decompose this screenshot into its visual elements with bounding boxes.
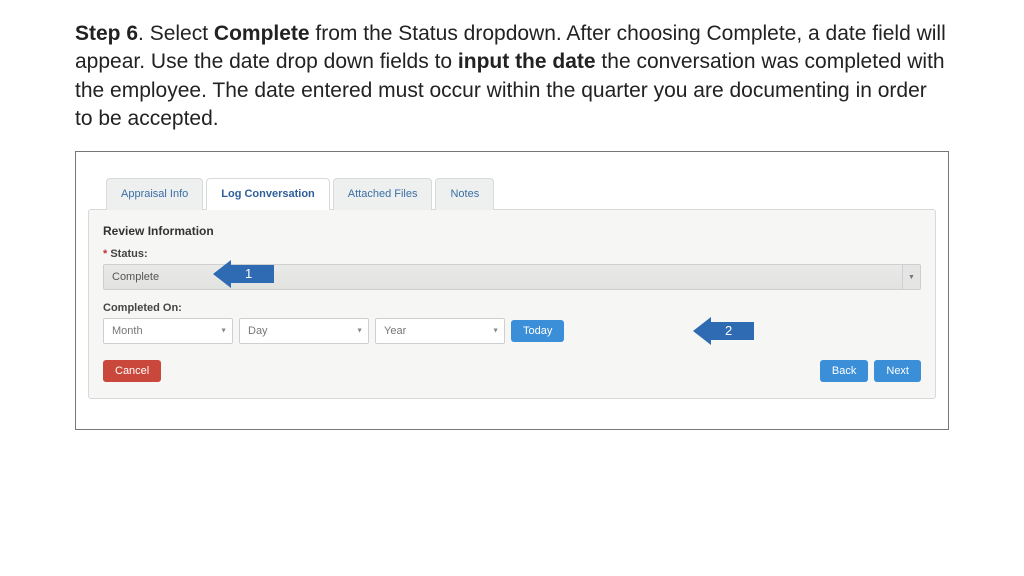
tab-notes[interactable]: Notes [435,178,494,210]
next-button[interactable]: Next [874,360,921,382]
section-title: Review Information [103,224,921,238]
tab-row: Appraisal Info Log Conversation Attached… [88,177,936,209]
status-label: * Status: [103,248,921,260]
date-row-wrap: ▼ ▼ ▼ Today 2 [103,318,921,344]
tab-attached-files[interactable]: Attached Files [333,178,433,210]
today-button[interactable]: Today [511,320,564,342]
review-panel: Review Information * Status: ▼ 1 Complet… [88,209,936,399]
day-select[interactable] [239,318,369,344]
action-row: Cancel Back Next [103,360,921,382]
year-select[interactable] [375,318,505,344]
tab-appraisal-info[interactable]: Appraisal Info [106,178,203,210]
cancel-button[interactable]: Cancel [103,360,161,382]
step-number: Step 6 [75,22,138,45]
step-instructions: Step 6. Select Complete from the Status … [75,20,949,133]
screenshot-frame: Appraisal Info Log Conversation Attached… [75,151,949,430]
status-select[interactable] [103,264,921,290]
status-select-wrap: ▼ 1 [103,264,921,290]
completed-on-label: Completed On: [103,302,921,314]
tab-log-conversation[interactable]: Log Conversation [206,178,330,210]
back-button[interactable]: Back [820,360,868,382]
month-select[interactable] [103,318,233,344]
